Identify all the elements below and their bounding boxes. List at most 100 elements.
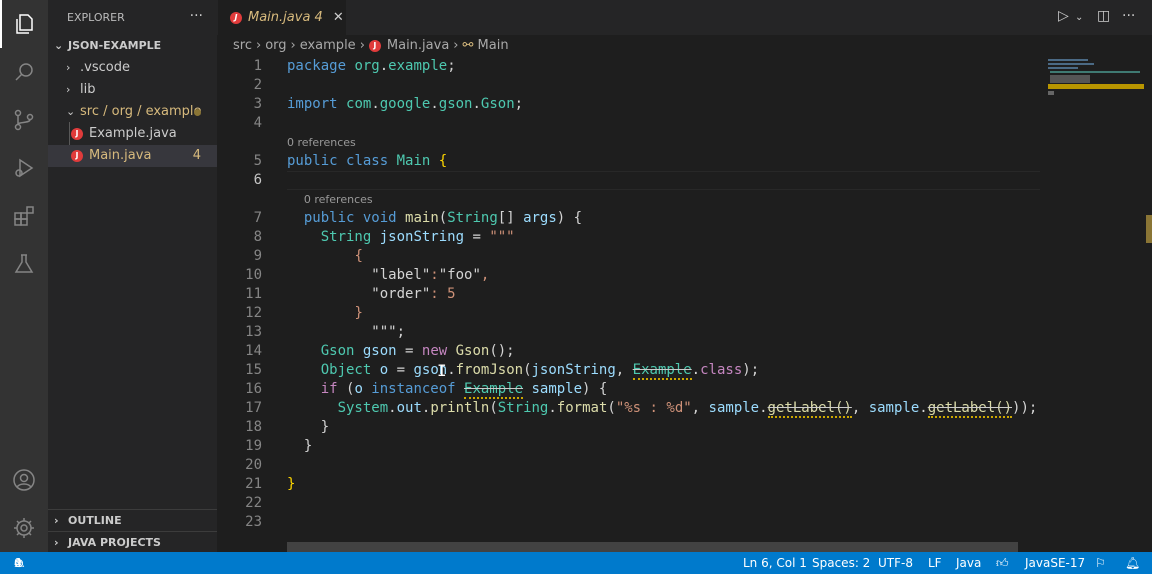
code-token: "label" — [287, 267, 431, 283]
java-file-icon: J — [71, 149, 83, 162]
tab-main-java[interactable]: J Main.java 4 ✕ — [218, 0, 346, 35]
line-number: 10 — [245, 267, 262, 283]
code-line: """; — [287, 323, 405, 342]
java-file-icon: J — [230, 11, 242, 24]
chevron-right-icon: › — [54, 536, 59, 549]
line-number: 9 — [253, 248, 262, 264]
source-control-icon[interactable] — [0, 96, 48, 144]
minimap[interactable] — [1040, 57, 1144, 542]
code-token: com — [346, 96, 372, 112]
line-number: 11 — [245, 286, 262, 302]
tree-item-src-folder[interactable]: ⌄ src / org / example — [48, 101, 217, 123]
tree-item-lib[interactable]: › lib — [48, 79, 217, 101]
code-line: } — [287, 475, 295, 494]
code-token: System — [337, 400, 389, 416]
code-token: org — [354, 58, 380, 74]
codelens-references[interactable]: 0 references — [287, 133, 356, 152]
class-symbol-icon: ⚯ — [462, 38, 478, 53]
code-token: fromJson — [455, 362, 524, 378]
line-number: 1 — [253, 58, 262, 74]
end-of-line[interactable]: LF — [928, 552, 942, 574]
code-token: . — [691, 362, 701, 378]
code-token: ) { — [582, 381, 608, 397]
panel-title: OUTLINE — [68, 514, 122, 527]
feedback-thumb-icon[interactable]: 👍︎ — [996, 552, 1009, 574]
testing-icon[interactable] — [0, 240, 48, 288]
close-icon[interactable]: ✕ — [333, 10, 344, 25]
line-number: 8 — [253, 229, 262, 245]
code-token: sample — [868, 400, 920, 416]
problem-count-badge: 4 — [192, 148, 201, 163]
code-line: "label":"foo", — [287, 266, 489, 285]
code-token: o — [379, 362, 389, 378]
breadcrumb-item[interactable]: Main — [478, 38, 509, 53]
project-root[interactable]: ⌄ JSON-EXAMPLE — [48, 35, 217, 57]
extensions-icon[interactable] — [0, 192, 48, 240]
tree-item-vscode[interactable]: › .vscode — [48, 57, 217, 79]
code-token: ) { — [556, 210, 583, 226]
code-token: , — [851, 400, 869, 416]
code-token: } — [287, 419, 330, 435]
line-number: 20 — [245, 457, 262, 473]
code-token: void — [362, 210, 406, 226]
search-icon[interactable] — [0, 48, 48, 96]
settings-gear-icon[interactable] — [0, 504, 48, 552]
line-number: 4 — [253, 115, 262, 131]
encoding[interactable]: UTF-8 — [878, 552, 913, 574]
code-token: . — [472, 96, 481, 112]
breadcrumb-item[interactable]: example — [300, 38, 356, 53]
java-runtime[interactable]: JavaSE-17 — [1025, 552, 1085, 574]
code-token: Gson — [320, 343, 363, 359]
current-line-highlight — [287, 171, 1040, 190]
code-token: , — [691, 400, 709, 416]
explorer-icon[interactable] — [0, 0, 48, 48]
breadcrumb-item[interactable]: org — [265, 38, 286, 53]
remote-feedback-icon[interactable]: ⚐ — [1095, 552, 1106, 574]
code-token: = — [388, 362, 414, 378]
code-token: ( — [337, 381, 355, 397]
more-actions-icon[interactable]: ··· — [190, 0, 203, 32]
code-token: sample — [523, 381, 583, 397]
code-line: } — [287, 437, 312, 456]
cursor-position[interactable]: Ln 6, Col 1 — [743, 552, 807, 574]
code-line: if (o instanceof Example sample) { — [287, 380, 607, 399]
java-projects-panel[interactable]: › JAVA PROJECTS — [48, 531, 217, 553]
code-token: String — [320, 229, 380, 245]
breadcrumb-item[interactable]: Main.java — [387, 38, 449, 53]
notifications-bell-icon[interactable]: 🔔︎ — [1125, 552, 1140, 574]
line-number: 15 — [245, 362, 262, 378]
vertical-scrollbar[interactable] — [1146, 57, 1152, 542]
code-token: (); — [489, 343, 515, 359]
code-editor[interactable]: 1 package org.example; 2 3 import com.google… — [217, 57, 1040, 542]
run-debug-icon[interactable] — [0, 144, 48, 192]
tree-item-example-java[interactable]: J Example.java — [48, 123, 217, 145]
indentation[interactable]: Spaces: 2 — [812, 552, 870, 574]
codelens-references[interactable]: 0 references — [304, 190, 373, 209]
code-token: public — [303, 210, 363, 226]
tree-item-main-java[interactable]: J Main.java 4 — [48, 145, 217, 167]
run-dropdown-chevron-icon[interactable]: ⌄ — [1075, 12, 1083, 23]
split-editor-icon[interactable]: ◫ — [1097, 8, 1110, 24]
code-line: } — [287, 418, 329, 437]
chevron-right-icon: › — [66, 83, 71, 96]
outline-panel[interactable]: › OUTLINE — [48, 509, 217, 531]
language-mode[interactable]: Java — [956, 552, 981, 574]
code-token: Example — [464, 381, 524, 399]
more-actions-icon[interactable]: ··· — [1122, 8, 1135, 24]
horizontal-scrollbar[interactable] — [287, 542, 1018, 552]
chevron-right-icon: › — [66, 61, 71, 74]
code-token: ( — [489, 400, 498, 416]
breadcrumb-item[interactable]: src — [233, 38, 252, 53]
run-icon[interactable]: ▷ — [1058, 8, 1069, 24]
panel-title: JAVA PROJECTS — [68, 536, 161, 549]
code-token: { — [438, 153, 448, 169]
tab-bar: J Main.java 4 ✕ ▷ ⌄ ◫ ··· — [217, 0, 1152, 35]
account-icon[interactable] — [0, 456, 48, 504]
code-token: out — [396, 400, 422, 416]
code-line: import com.google.gson.Gson; — [287, 95, 523, 114]
code-token: jsonString — [531, 362, 616, 378]
tree-item-label: .vscode — [80, 60, 130, 75]
